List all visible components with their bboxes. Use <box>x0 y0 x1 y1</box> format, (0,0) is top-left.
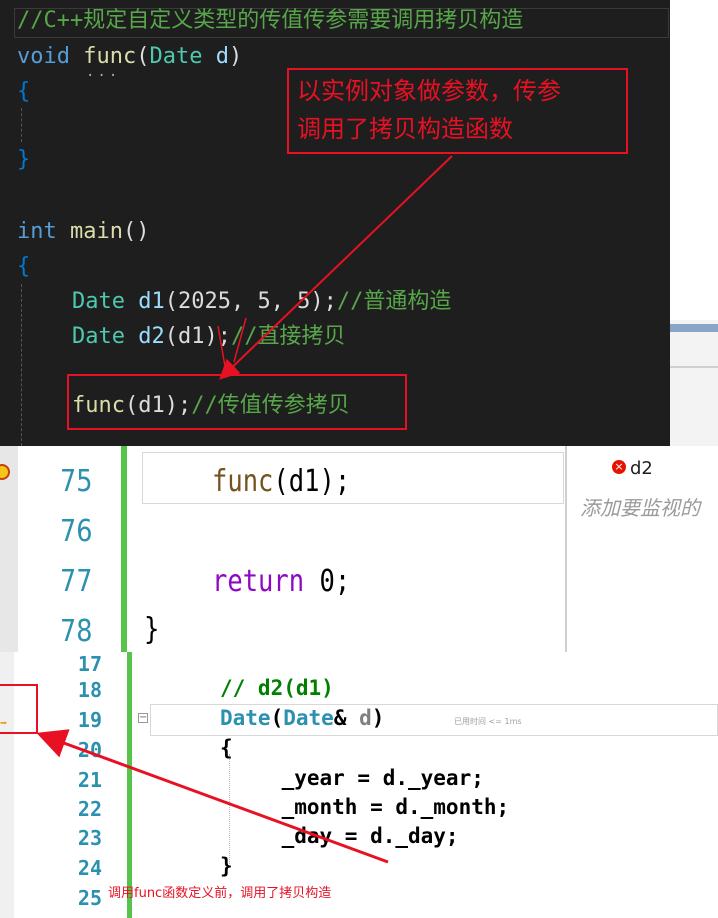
open-paren: ( <box>270 706 284 730</box>
line-number: 25 <box>77 886 102 910</box>
change-bar <box>121 446 127 652</box>
reference-amp: & <box>333 706 360 730</box>
code-line-24[interactable]: } <box>220 854 233 878</box>
args-d2: (d1); <box>164 324 231 349</box>
args-d1: (2025, 5, 5); <box>164 289 337 314</box>
line-number: 77 <box>60 564 93 599</box>
change-bar <box>127 652 132 918</box>
line-number: 76 <box>60 514 93 549</box>
line-number: 23 <box>77 826 102 850</box>
func-brace-close: } <box>17 147 31 172</box>
code-line-77[interactable]: return 0; <box>212 564 350 599</box>
watch-add-hint[interactable]: 添加要监视的 <box>580 492 700 521</box>
current-row-highlight <box>142 452 564 504</box>
comment-d2: //直接拷贝 <box>230 324 346 349</box>
highlight-box-call <box>67 374 407 430</box>
code-line-23[interactable]: _day = d._day; <box>231 824 459 848</box>
annotation-note: 调用func函数定义前，调用了拷贝构造 <box>108 886 332 901</box>
callout-line-1: 以实例对象做参数，传参 <box>297 77 561 105</box>
indent-guide <box>21 108 22 142</box>
line-number: 21 <box>77 768 102 792</box>
line-number: 18 <box>77 678 102 702</box>
keyword-return: return <box>212 564 305 599</box>
func-declaration: void func(Date d) <box>17 43 242 71</box>
comment-d1: //普通构造 <box>336 289 452 314</box>
copy-ctor-signature[interactable]: Date(Date& d) <box>220 706 384 730</box>
close-paren: ) <box>228 44 243 69</box>
annotation-callout: 以实例对象做参数，传参 调用了拷贝构造函数 <box>287 68 628 154</box>
error-icon: × <box>612 460 626 474</box>
indent-guide-main <box>21 284 22 446</box>
keyword-void: void <box>17 44 70 69</box>
main-parens: () <box>122 219 150 244</box>
code-line-d2: Date d2(d1);//直接拷贝 <box>72 323 345 351</box>
perf-tip[interactable]: 已用时间 <= 1ms <box>454 716 522 727</box>
line-number: 19 <box>77 708 102 732</box>
main-declaration: int main() <box>17 218 149 246</box>
code-line-21[interactable]: _year = d._year; <box>231 766 484 790</box>
code-line-78[interactable]: } <box>144 612 159 647</box>
open-paren: ( <box>136 44 150 69</box>
line-number: 75 <box>60 464 93 499</box>
call-func: func <box>212 464 274 499</box>
call-args: (d1); <box>273 464 351 499</box>
header-comment: //C++规定自定义类型的传值传参需要调用拷贝构造 <box>17 8 524 33</box>
code-line-22[interactable]: _month = d._month; <box>231 795 510 819</box>
param-name: d <box>359 706 372 730</box>
keyword-int: int <box>17 219 57 244</box>
type-date: Date <box>72 289 125 314</box>
collapse-toggle-icon[interactable]: − <box>138 713 148 723</box>
toolbar-fragment <box>670 320 718 446</box>
highlight-box-arrow <box>0 684 38 734</box>
indent-guide <box>229 754 230 864</box>
copy-constructor-editor: ➡ − 17 18 // d2(d1) 19 Date(Date& d) 已用时… <box>0 652 718 918</box>
var-d2: d2 <box>124 324 165 349</box>
param-name: d <box>202 44 229 69</box>
debugger-editor: 75 func(d1); 76 77 return 0; 78 } × d2 添… <box>0 446 718 652</box>
ctor-name: Date <box>220 706 271 730</box>
code-line-d1: Date d1(2025, 5, 5);//普通构造 <box>72 288 451 316</box>
callout-line-2: 调用了拷贝构造函数 <box>297 115 513 143</box>
dark-code-editor: //C++规定自定义类型的传值传参需要调用拷贝构造 void func(Date… <box>0 0 670 446</box>
type-date: Date <box>72 324 125 349</box>
line-number: 17 <box>77 652 102 676</box>
squiggle-hint: ... <box>86 64 121 80</box>
main-name[interactable]: main <box>70 219 123 244</box>
param-type: Date <box>283 706 334 730</box>
func-brace-open: { <box>17 79 31 104</box>
line-number: 20 <box>77 738 102 762</box>
close-paren: ) <box>371 706 385 730</box>
code-line-75[interactable]: func(d1); <box>212 464 350 499</box>
line-number: 22 <box>77 797 102 821</box>
watch-item-name[interactable]: d2 <box>630 458 653 479</box>
var-d1: d1 <box>124 289 165 314</box>
line-number: 24 <box>77 856 102 880</box>
line-number: 78 <box>60 614 93 649</box>
code-line-20[interactable]: { <box>220 736 233 760</box>
code-comment-d2: // d2(d1) <box>220 676 334 700</box>
main-brace-open: { <box>17 254 31 279</box>
toolbar-divider <box>670 366 718 368</box>
toolbar-accent <box>670 324 718 332</box>
param-type: Date <box>149 44 203 69</box>
return-value: 0; <box>304 564 351 599</box>
